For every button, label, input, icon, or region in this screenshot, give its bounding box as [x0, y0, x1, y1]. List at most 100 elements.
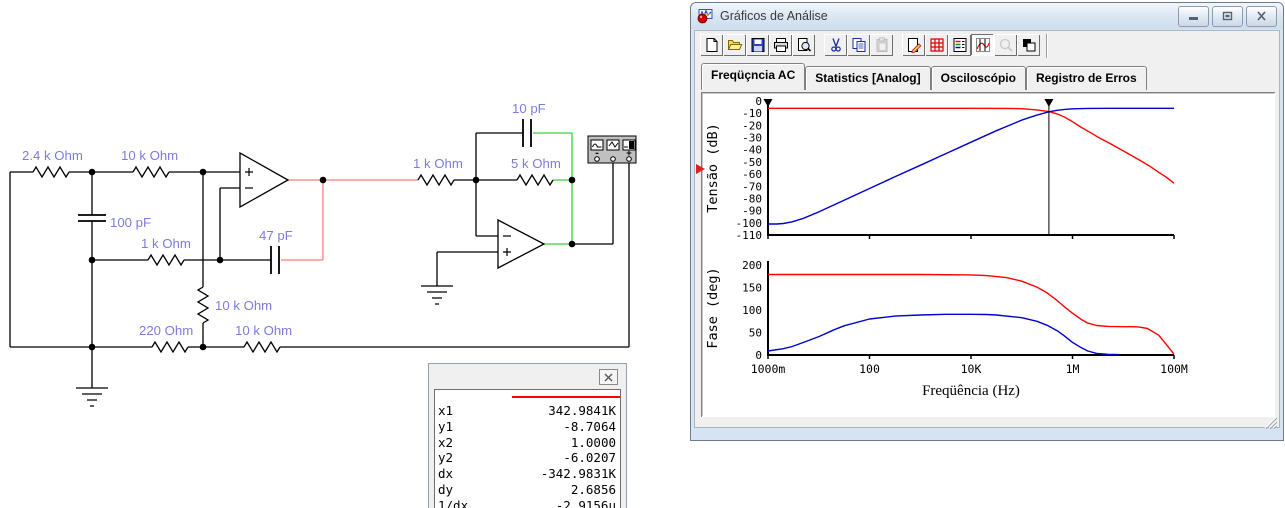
resistor-10k-vertical — [196, 286, 210, 324]
y-tick-label: -40 — [742, 144, 762, 157]
cursor-readout-row: dy 2.6856 — [438, 481, 616, 497]
resistor-2k4 — [32, 165, 70, 179]
toolbar-separator — [815, 34, 824, 56]
component-label[interactable]: 47 pF — [259, 228, 293, 243]
component-label[interactable]: 2.4 k Ohm — [22, 148, 83, 163]
resistor-10k-bottom — [243, 340, 281, 354]
terminal-label: + — [626, 149, 632, 159]
x-tick-label: 1M — [1066, 362, 1080, 376]
print-preview-button[interactable] — [792, 34, 815, 56]
component-label[interactable]: 10 k Ohm — [235, 323, 292, 338]
paste-button[interactable] — [870, 34, 893, 56]
close-icon — [604, 373, 613, 381]
y-tick-label: -100 — [736, 217, 763, 230]
component-label[interactable]: 10 k Ohm — [121, 148, 178, 163]
plot-axes — [767, 101, 1174, 236]
curve-blue-phase — [767, 313, 1119, 356]
x-axis-label: Freqüência (Hz) — [922, 383, 1020, 399]
resistor-10k-top — [132, 165, 170, 179]
y-tick-label: -110 — [736, 229, 763, 242]
properties-button[interactable] — [902, 34, 925, 56]
y-tick-label: -80 — [742, 192, 762, 205]
terminal-label: - — [594, 149, 599, 159]
resistor-1k-stage2 — [417, 173, 455, 187]
grid-button[interactable] — [925, 34, 948, 56]
y-axis-label: Tensão (dB) — [705, 123, 721, 212]
component-label[interactable]: 10 k Ohm — [215, 298, 272, 313]
close-icon — [1257, 11, 1266, 21]
toolbar-end-groove — [1046, 34, 1048, 58]
restore-button[interactable] — [1212, 5, 1243, 27]
graph-panel[interactable]: 0 -10 -20 -30 -40 -50 -60 -70 -80 -90 -100 -110 Tens… — [701, 92, 1275, 417]
analysis-graphs-window[interactable]: Gráficos de Análise Freqüçncia AC Statist… — [690, 2, 1284, 441]
cursor-readout-row: y1 -8.7064 — [438, 418, 616, 434]
y-tick-label: 0 — [755, 349, 762, 362]
cut-button[interactable] — [824, 34, 847, 56]
tab-freq-ncia-ac[interactable]: Freqüçncia AC — [701, 63, 806, 90]
y-tick-label: 200 — [742, 259, 762, 272]
window-body: Freqüçncia AC Statistics [Analog] Oscilosc… — [694, 30, 1280, 429]
resistor-220 — [151, 340, 189, 354]
save-button[interactable] — [746, 34, 769, 56]
restore-icon — [1222, 11, 1233, 21]
cursor-readout-row: x2 1.0000 — [438, 434, 616, 450]
component-label[interactable]: 100 pF — [110, 215, 151, 230]
y-axis-label: Fase (deg) — [705, 267, 721, 348]
y-tick-label: -20 — [742, 119, 762, 132]
titlebar[interactable]: Gráficos de Análise — [691, 3, 1283, 29]
tab-strip: Freqüçncia AC Statistics [Analog] Oscilosc… — [695, 62, 1279, 90]
print-button[interactable] — [769, 34, 792, 56]
curve-red-magnitude — [768, 107, 1175, 184]
x-tick-label: 100M — [1160, 362, 1188, 376]
cursor-readout-row: 1/dx -2.9156µ — [438, 497, 616, 508]
component-label[interactable]: 10 pF — [512, 101, 546, 116]
minimize-button[interactable] — [1178, 5, 1209, 27]
opamp-1[interactable] — [239, 151, 290, 209]
tab-statistics-analog-[interactable]: Statistics [Analog] — [805, 66, 931, 90]
zoom-button[interactable] — [994, 34, 1017, 56]
app-icon — [697, 9, 713, 24]
resistor-5k — [516, 173, 554, 187]
ground-1 — [76, 387, 108, 407]
y-tick-label: -30 — [742, 132, 762, 145]
y-tick-label: 50 — [749, 327, 762, 340]
component-label[interactable]: 220 Ohm — [139, 323, 193, 338]
component-label[interactable]: 5 k Ohm — [511, 156, 561, 171]
x-tick-label: 100 — [859, 362, 880, 376]
resize-grip-icon[interactable] — [1264, 416, 1277, 429]
cursor-flag[interactable] — [763, 99, 773, 107]
y-tick-label: -60 — [742, 168, 762, 181]
copy-button[interactable] — [847, 34, 870, 56]
y-tick-label: -70 — [742, 180, 762, 193]
active-trace-arrow-icon — [696, 164, 705, 174]
opamp-2[interactable] — [497, 218, 546, 270]
open-button[interactable] — [723, 34, 746, 56]
window-title: Gráficos de Análise — [720, 9, 828, 23]
cursor-readout-row: x1 342.9841K — [438, 403, 616, 418]
new-button[interactable] — [700, 34, 723, 56]
y-tick-label: 100 — [742, 304, 762, 317]
close-button[interactable] — [599, 369, 618, 385]
cursors-button[interactable] — [971, 34, 994, 56]
component-label[interactable]: 1 k Ohm — [413, 156, 463, 171]
invert-colors-button[interactable] — [1017, 34, 1040, 56]
close-button[interactable] — [1246, 5, 1277, 27]
tab-oscilosc-pio[interactable]: Osciloscópio — [930, 66, 1026, 90]
wires-selected-red — [281, 179, 418, 261]
toolbar — [695, 31, 1279, 62]
toolbar-separator — [893, 34, 902, 56]
cursor-flag[interactable] — [1044, 99, 1054, 107]
x-tick-label: 10K — [961, 362, 982, 376]
bode-plots[interactable]: 0-10-20-30-40-50-60-70-80-90-100-110Tens… — [701, 92, 1275, 417]
cursor-readout-list: x1 342.9841K y1 -8.7064 x2 1.0000 y2 -6.0207 dx -… — [434, 389, 621, 508]
x-tick-label: 1000m — [751, 362, 786, 376]
y-tick-label: 150 — [742, 282, 762, 295]
y-tick-label: -10 — [742, 107, 762, 120]
component-label[interactable]: 1 k Ohm — [141, 236, 191, 251]
tab-registro-de-erros[interactable]: Registro de Erros — [1025, 66, 1147, 90]
measure-window[interactable]: x1 342.9841K y1 -8.7064 x2 1.0000 y2 -6.0207 dx -… — [428, 363, 627, 508]
legend-button[interactable] — [948, 34, 971, 56]
oscilloscope-icon[interactable]: - + — [587, 135, 637, 164]
desktop: - + 2.4 k Ohm 10 k Ohm 100 pF 1 k Ohm 47 pF 1 … — [0, 0, 1285, 508]
y-tick-label: 0 — [755, 95, 762, 108]
